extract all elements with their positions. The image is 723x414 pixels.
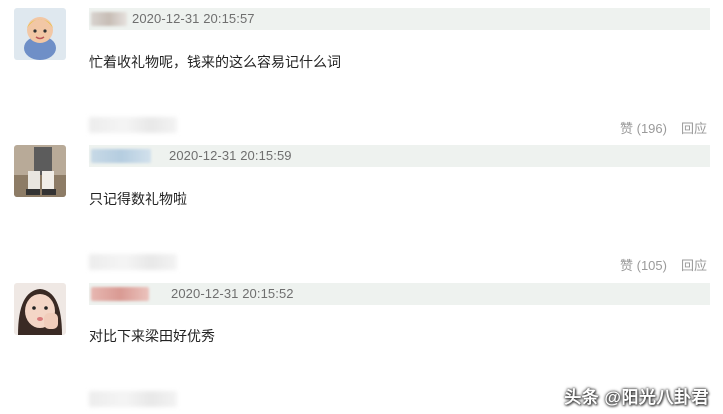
avatar[interactable] — [14, 145, 66, 197]
comment-meta-bar: 2020-12-31 20:15:52 — [89, 283, 710, 305]
comment-item: 2020-12-31 20:15:57 忙着收礼物呢，钱来的这么容易记什么词 赞… — [0, 0, 723, 137]
comment-actions: 赞 (196) 回应 — [620, 118, 707, 137]
like-button[interactable]: 赞 (105) — [620, 255, 667, 274]
comment-timestamp: 2020-12-31 20:15:59 — [169, 148, 292, 163]
comment-text: 只记得数礼物啦 — [89, 191, 187, 207]
comment-text: 忙着收礼物呢，钱来的这么容易记什么词 — [89, 54, 341, 70]
username-blurred[interactable] — [91, 287, 149, 301]
reply-button[interactable]: 回应 — [681, 255, 707, 274]
comment-meta-bar: 2020-12-31 20:15:59 — [89, 145, 710, 167]
blurred-footer — [89, 117, 177, 133]
comment-item: 2020-12-31 20:15:59 只记得数礼物啦 赞 (105) 回应 — [0, 137, 723, 274]
watermark: 头条 @阳光八卦君 — [564, 388, 709, 407]
avatar[interactable] — [14, 8, 66, 60]
username-blurred[interactable] — [91, 149, 151, 163]
comment-timestamp: 2020-12-31 20:15:52 — [171, 286, 294, 301]
comment-meta-bar: 2020-12-31 20:15:57 — [89, 8, 710, 30]
avatar[interactable] — [14, 283, 66, 335]
comment-timestamp: 2020-12-31 20:15:57 — [132, 11, 255, 26]
username-blurred[interactable] — [91, 12, 127, 26]
comment-actions: 赞 (105) 回应 — [620, 255, 707, 274]
blurred-footer — [89, 391, 177, 407]
reply-button[interactable]: 回应 — [681, 118, 707, 137]
like-button[interactable]: 赞 (196) — [620, 118, 667, 137]
blurred-footer — [89, 254, 177, 270]
comment-text: 对比下来梁田好优秀 — [89, 328, 215, 344]
